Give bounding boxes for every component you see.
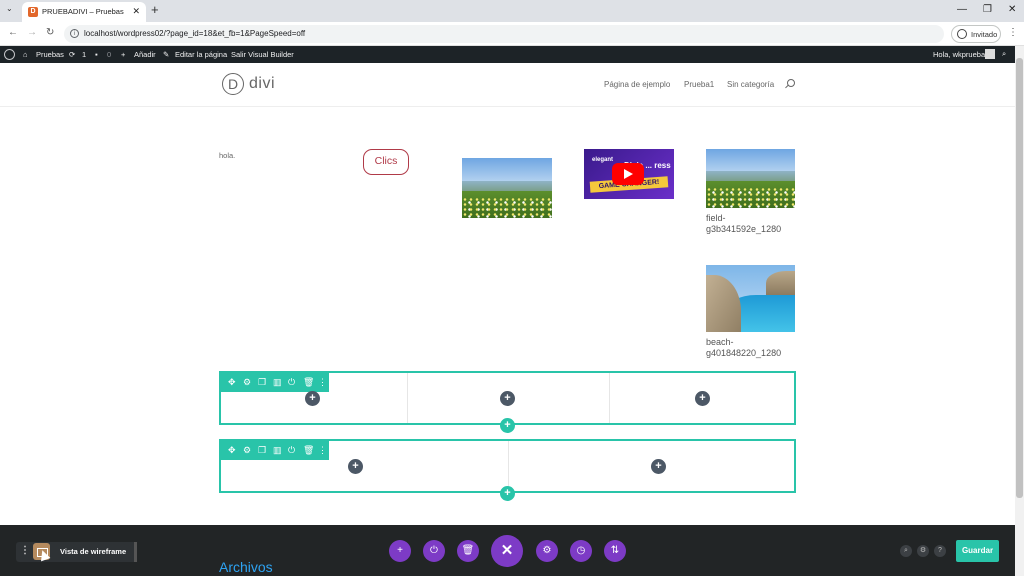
add-module-button[interactable]: + (695, 391, 710, 406)
page-settings-icon[interactable]: ⚙ (536, 540, 558, 562)
text-module[interactable]: hola. (219, 151, 235, 160)
row-toolbar: ✥ ⚙ ❐ ▥ ⏻ 🗑 ⋮ (221, 373, 329, 392)
edit-icon[interactable]: ✎ (163, 50, 169, 59)
power-icon[interactable]: ⏻ (288, 377, 295, 388)
back-icon[interactable]: ← (8, 27, 18, 38)
window-close-icon[interactable]: ✕ (1008, 4, 1016, 15)
wp-admin-bar: ⌂ Pruebas ⟳ 1 ▪ 0 + Añadir ✎ Editar la p… (0, 46, 1015, 63)
dashboard-icon[interactable]: ⌂ (23, 50, 28, 59)
add-module-button[interactable]: + (500, 391, 515, 406)
add-new-link[interactable]: Añadir (134, 50, 156, 59)
add-row-button[interactable]: + (500, 418, 515, 433)
column-divider (508, 441, 509, 491)
add-new-icon[interactable]: + (121, 50, 125, 59)
account-greeting[interactable]: Hola, wkprueba (933, 50, 985, 59)
settings-icon[interactable]: ⚙ (243, 445, 251, 456)
address-toolbar: ← → ↻ i localhost/wordpress02/?page_id=1… (0, 22, 1024, 46)
wireframe-view-label: Vista de wireframe (60, 547, 127, 556)
restore-icon[interactable]: ❐ (983, 4, 992, 15)
logo[interactable]: D (222, 73, 244, 95)
profile-icon (957, 29, 967, 39)
panel-drag-handle[interactable] (134, 542, 137, 562)
more-icon[interactable]: ⋮ (318, 445, 327, 456)
video-module[interactable]: elegant Divie ... ress GAME CHANGER! (584, 149, 674, 199)
save-button[interactable]: Guardar (956, 540, 999, 562)
gallery-image-field[interactable] (706, 149, 795, 208)
tab-favicon: D (28, 7, 38, 17)
move-icon[interactable]: ✥ (228, 445, 236, 456)
menu-item-pagina-ejemplo[interactable]: Página de ejemplo (604, 80, 670, 89)
add-section-icon[interactable]: + (389, 540, 411, 562)
trash-icon[interactable]: 🗑 (303, 377, 314, 388)
minimize-icon[interactable]: — (957, 4, 967, 15)
gallery-caption-field: field-g3b341592e_1280 (706, 213, 782, 234)
duplicate-icon[interactable]: ❐ (258, 377, 266, 388)
close-icon[interactable]: ✕ (491, 535, 523, 567)
site-info-icon[interactable]: i (70, 29, 79, 38)
move-icon[interactable]: ✥ (228, 377, 236, 388)
scrollbar-thumb[interactable] (1016, 58, 1023, 498)
add-module-button[interactable]: + (305, 391, 320, 406)
reload-icon[interactable]: ↻ (46, 27, 54, 38)
wordpress-logo-icon[interactable] (4, 49, 15, 60)
duplicate-icon[interactable]: ❐ (258, 445, 266, 456)
column-divider (407, 373, 408, 423)
play-icon[interactable] (612, 163, 644, 185)
exit-visual-builder-link[interactable]: Salir Visual Builder (231, 50, 294, 59)
trash-icon[interactable]: 🗑 (457, 540, 479, 562)
more-icon[interactable]: ⋮ (318, 377, 327, 388)
video-text-small: elegant (592, 157, 614, 163)
power-icon[interactable]: ⏻ (288, 445, 295, 456)
add-module-button[interactable]: + (348, 459, 363, 474)
portability-icon[interactable]: ⇅ (604, 540, 626, 562)
menu-item-sin-categoria[interactable]: Sin categoría (727, 80, 774, 89)
help-icon[interactable]: ? (934, 545, 946, 557)
columns-icon[interactable]: ▥ (273, 445, 282, 456)
columns-icon[interactable]: ▥ (273, 377, 282, 388)
forward-icon[interactable]: → (27, 27, 37, 38)
add-module-button[interactable]: + (651, 459, 666, 474)
site-header: D divi Página de ejemplo Prueba1 Sin cat… (0, 63, 1015, 107)
trash-icon[interactable]: 🗑 (303, 445, 314, 456)
url-text[interactable]: localhost/wordpress02/?page_id=18&et_fb=… (84, 29, 305, 38)
new-tab-button[interactable]: + (151, 2, 159, 17)
browser-tab-bar: ⌄ D PRUEBADIVI – Pruebas ✕ + — ❐ ✕ (0, 0, 1024, 22)
history-icon[interactable]: ◷ (570, 540, 592, 562)
avatar[interactable] (985, 49, 995, 59)
zoom-icon[interactable]: ⌕ (900, 545, 912, 557)
column-divider (609, 373, 610, 423)
profile-label: Invitado (971, 30, 998, 39)
gallery-image-beach[interactable] (706, 265, 795, 332)
site-search-icon[interactable] (787, 79, 795, 87)
row-two-columns[interactable]: ✥ ⚙ ❐ ▥ ⏻ 🗑 ⋮ (219, 439, 796, 493)
archives-heading: Archivos (219, 559, 273, 575)
settings-icon[interactable]: ⚙ (243, 377, 251, 388)
menu-item-prueba1[interactable]: Prueba1 (684, 80, 714, 89)
profile-button[interactable]: Invitado (951, 25, 1001, 43)
comments-count[interactable]: 0 (107, 50, 111, 59)
updates-icon[interactable]: ⟳ (69, 50, 75, 59)
clics-button[interactable]: Clics (363, 149, 409, 175)
field-image[interactable] (462, 158, 552, 218)
builder-menu-icon[interactable]: ⋮ (20, 545, 30, 556)
search-icon[interactable]: ⌕ (1002, 49, 1006, 59)
add-row-button[interactable]: + (500, 486, 515, 501)
tab-title: PRUEBADIVI – Pruebas (42, 7, 124, 16)
tab-search-icon[interactable]: ⌄ (6, 4, 13, 13)
gallery-caption-beach: beach-g401848220_1280 (706, 337, 782, 358)
browser-menu-icon[interactable]: ⋮ (1008, 27, 1018, 38)
logo-text[interactable]: divi (249, 75, 275, 93)
builder-settings-icon[interactable]: ⚙ (917, 545, 929, 557)
edit-page-link[interactable]: Editar la página (175, 50, 227, 59)
site-name-link[interactable]: Pruebas (36, 50, 64, 59)
tab-close-icon[interactable]: ✕ (132, 6, 140, 17)
browser-tab[interactable]: D PRUEBADIVI – Pruebas ✕ (22, 2, 146, 22)
url-bar[interactable]: i localhost/wordpress02/?page_id=18&et_f… (64, 25, 944, 43)
power-icon[interactable]: ⏻ (423, 540, 445, 562)
updates-count[interactable]: 1 (82, 50, 86, 59)
comments-icon[interactable]: ▪ (95, 50, 98, 59)
page-scrollbar[interactable] (1015, 46, 1024, 576)
row-toolbar: ✥ ⚙ ❐ ▥ ⏻ 🗑 ⋮ (221, 441, 329, 460)
